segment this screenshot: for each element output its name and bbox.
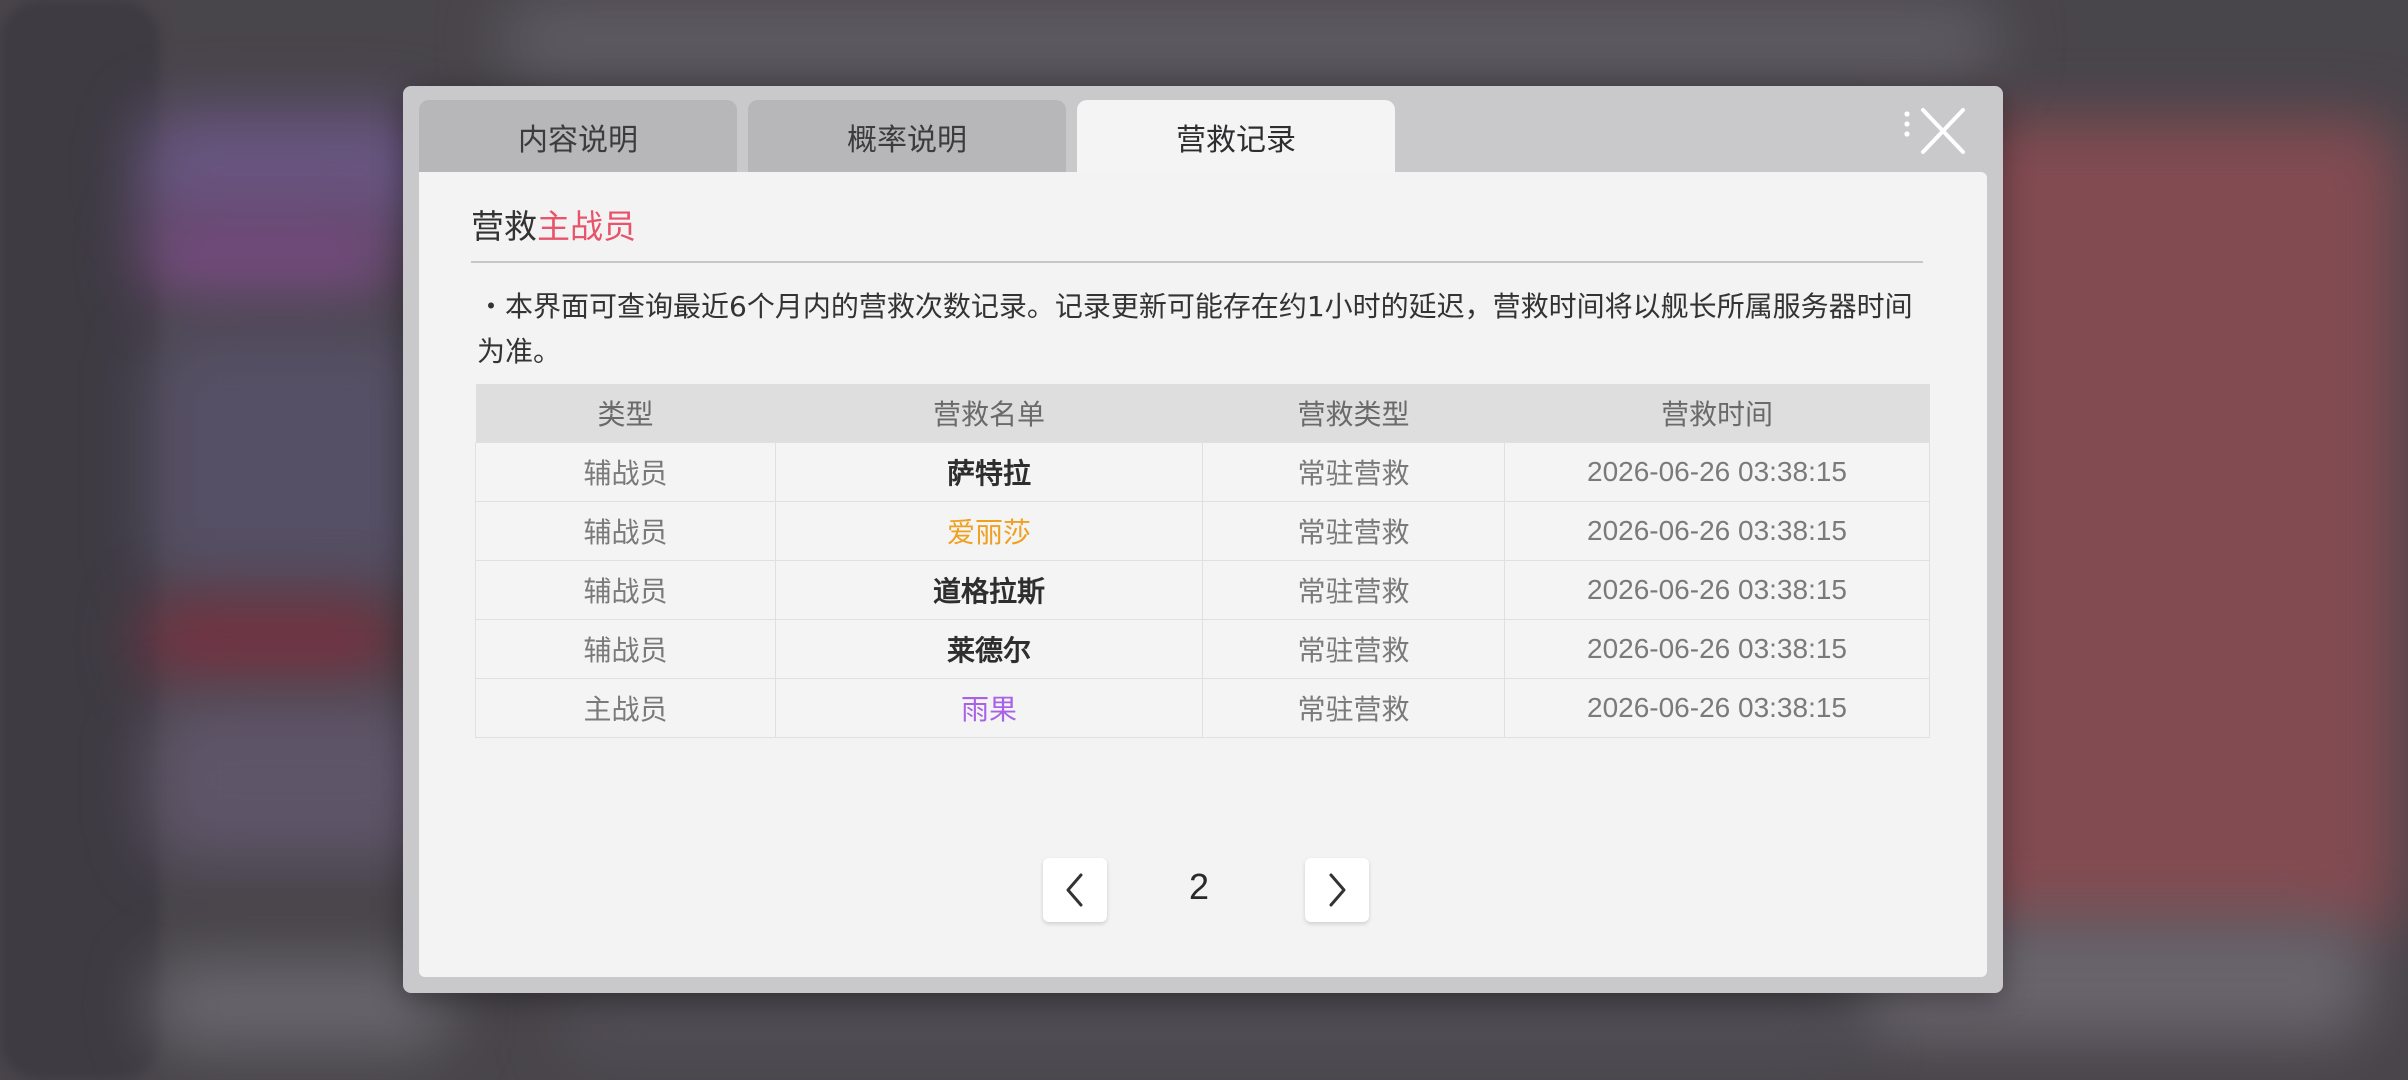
header-rescue-time: 营救时间 (1504, 384, 1930, 443)
cell-name: 爱丽莎 (775, 501, 1203, 561)
current-page-number: 2 (1188, 866, 1210, 907)
cell-type: 辅战员 (475, 501, 776, 561)
title-divider (471, 261, 1923, 263)
tab-probability-description[interactable]: 概率说明 (748, 100, 1066, 174)
notice-text: ・本界面可查询最近6个月内的营救次数记录。记录更新可能存在约1小时的延迟，营救时… (477, 290, 1913, 368)
cell-type: 辅战员 (475, 560, 776, 620)
table-row: 辅战员 萨特拉 常驻营救 2026-06-26 03:38:15 (475, 442, 1930, 502)
cell-rescue-type: 常驻营救 (1202, 678, 1505, 738)
section-title: 营救主战员 (471, 200, 636, 248)
table-header-row: 类型 营救名单 营救类型 营救时间 (475, 384, 1930, 443)
section-title-prefix: 营救 (471, 207, 537, 246)
rescue-record-table: 类型 营救名单 营救类型 营救时间 辅战员 萨特拉 常驻营救 2026-06-2… (475, 384, 1930, 738)
header-type: 类型 (475, 384, 776, 443)
rescue-record-dialog: 内容说明 概率说明 营救记录 营救主战员 ・本界面可查询最近6个月内的营救次数记… (403, 86, 2003, 993)
prev-page-button[interactable] (1043, 858, 1107, 922)
cell-rescue-type: 常驻营救 (1202, 560, 1505, 620)
section-title-highlight: 主战员 (537, 207, 636, 246)
cell-time: 2026-06-26 03:38:15 (1504, 501, 1930, 561)
close-button[interactable] (1899, 102, 1971, 162)
header-rescue-list: 营救名单 (775, 384, 1203, 443)
rescue-record-panel: 营救主战员 ・本界面可查询最近6个月内的营救次数记录。记录更新可能存在约1小时的… (419, 172, 1987, 977)
cell-time: 2026-06-26 03:38:15 (1504, 678, 1930, 738)
table-row: 辅战员 莱德尔 常驻营救 2026-06-26 03:38:15 (475, 619, 1930, 679)
cell-rescue-type: 常驻营救 (1202, 501, 1505, 561)
cell-time: 2026-06-26 03:38:15 (1504, 619, 1930, 679)
table-row: 主战员 雨果 常驻营救 2026-06-26 03:38:15 (475, 678, 1930, 738)
pagination: 2 (419, 858, 1987, 924)
cell-type: 辅战员 (475, 442, 776, 502)
cell-rescue-type: 常驻营救 (1202, 442, 1505, 502)
cell-name: 萨特拉 (775, 442, 1203, 502)
close-icon (1904, 108, 1965, 154)
tab-rescue-record[interactable]: 营救记录 (1077, 100, 1395, 174)
header-rescue-type: 营救类型 (1202, 384, 1505, 443)
cell-name: 道格拉斯 (775, 560, 1203, 620)
cell-time: 2026-06-26 03:38:15 (1504, 442, 1930, 502)
cell-rescue-type: 常驻营救 (1202, 619, 1505, 679)
table-row: 辅战员 道格拉斯 常驻营救 2026-06-26 03:38:15 (475, 560, 1930, 620)
tab-content-description[interactable]: 内容说明 (419, 100, 737, 174)
cell-name: 雨果 (775, 678, 1203, 738)
chevron-left-icon (1066, 873, 1083, 907)
next-page-button[interactable] (1305, 858, 1369, 922)
cell-name: 莱德尔 (775, 619, 1203, 679)
tab-bar: 内容说明 概率说明 营救记录 (419, 100, 1406, 174)
cell-time: 2026-06-26 03:38:15 (1504, 560, 1930, 620)
table-row: 辅战员 爱丽莎 常驻营救 2026-06-26 03:38:15 (475, 501, 1930, 561)
cell-type: 主战员 (475, 678, 776, 738)
cell-type: 辅战员 (475, 619, 776, 679)
chevron-right-icon (1329, 873, 1346, 907)
